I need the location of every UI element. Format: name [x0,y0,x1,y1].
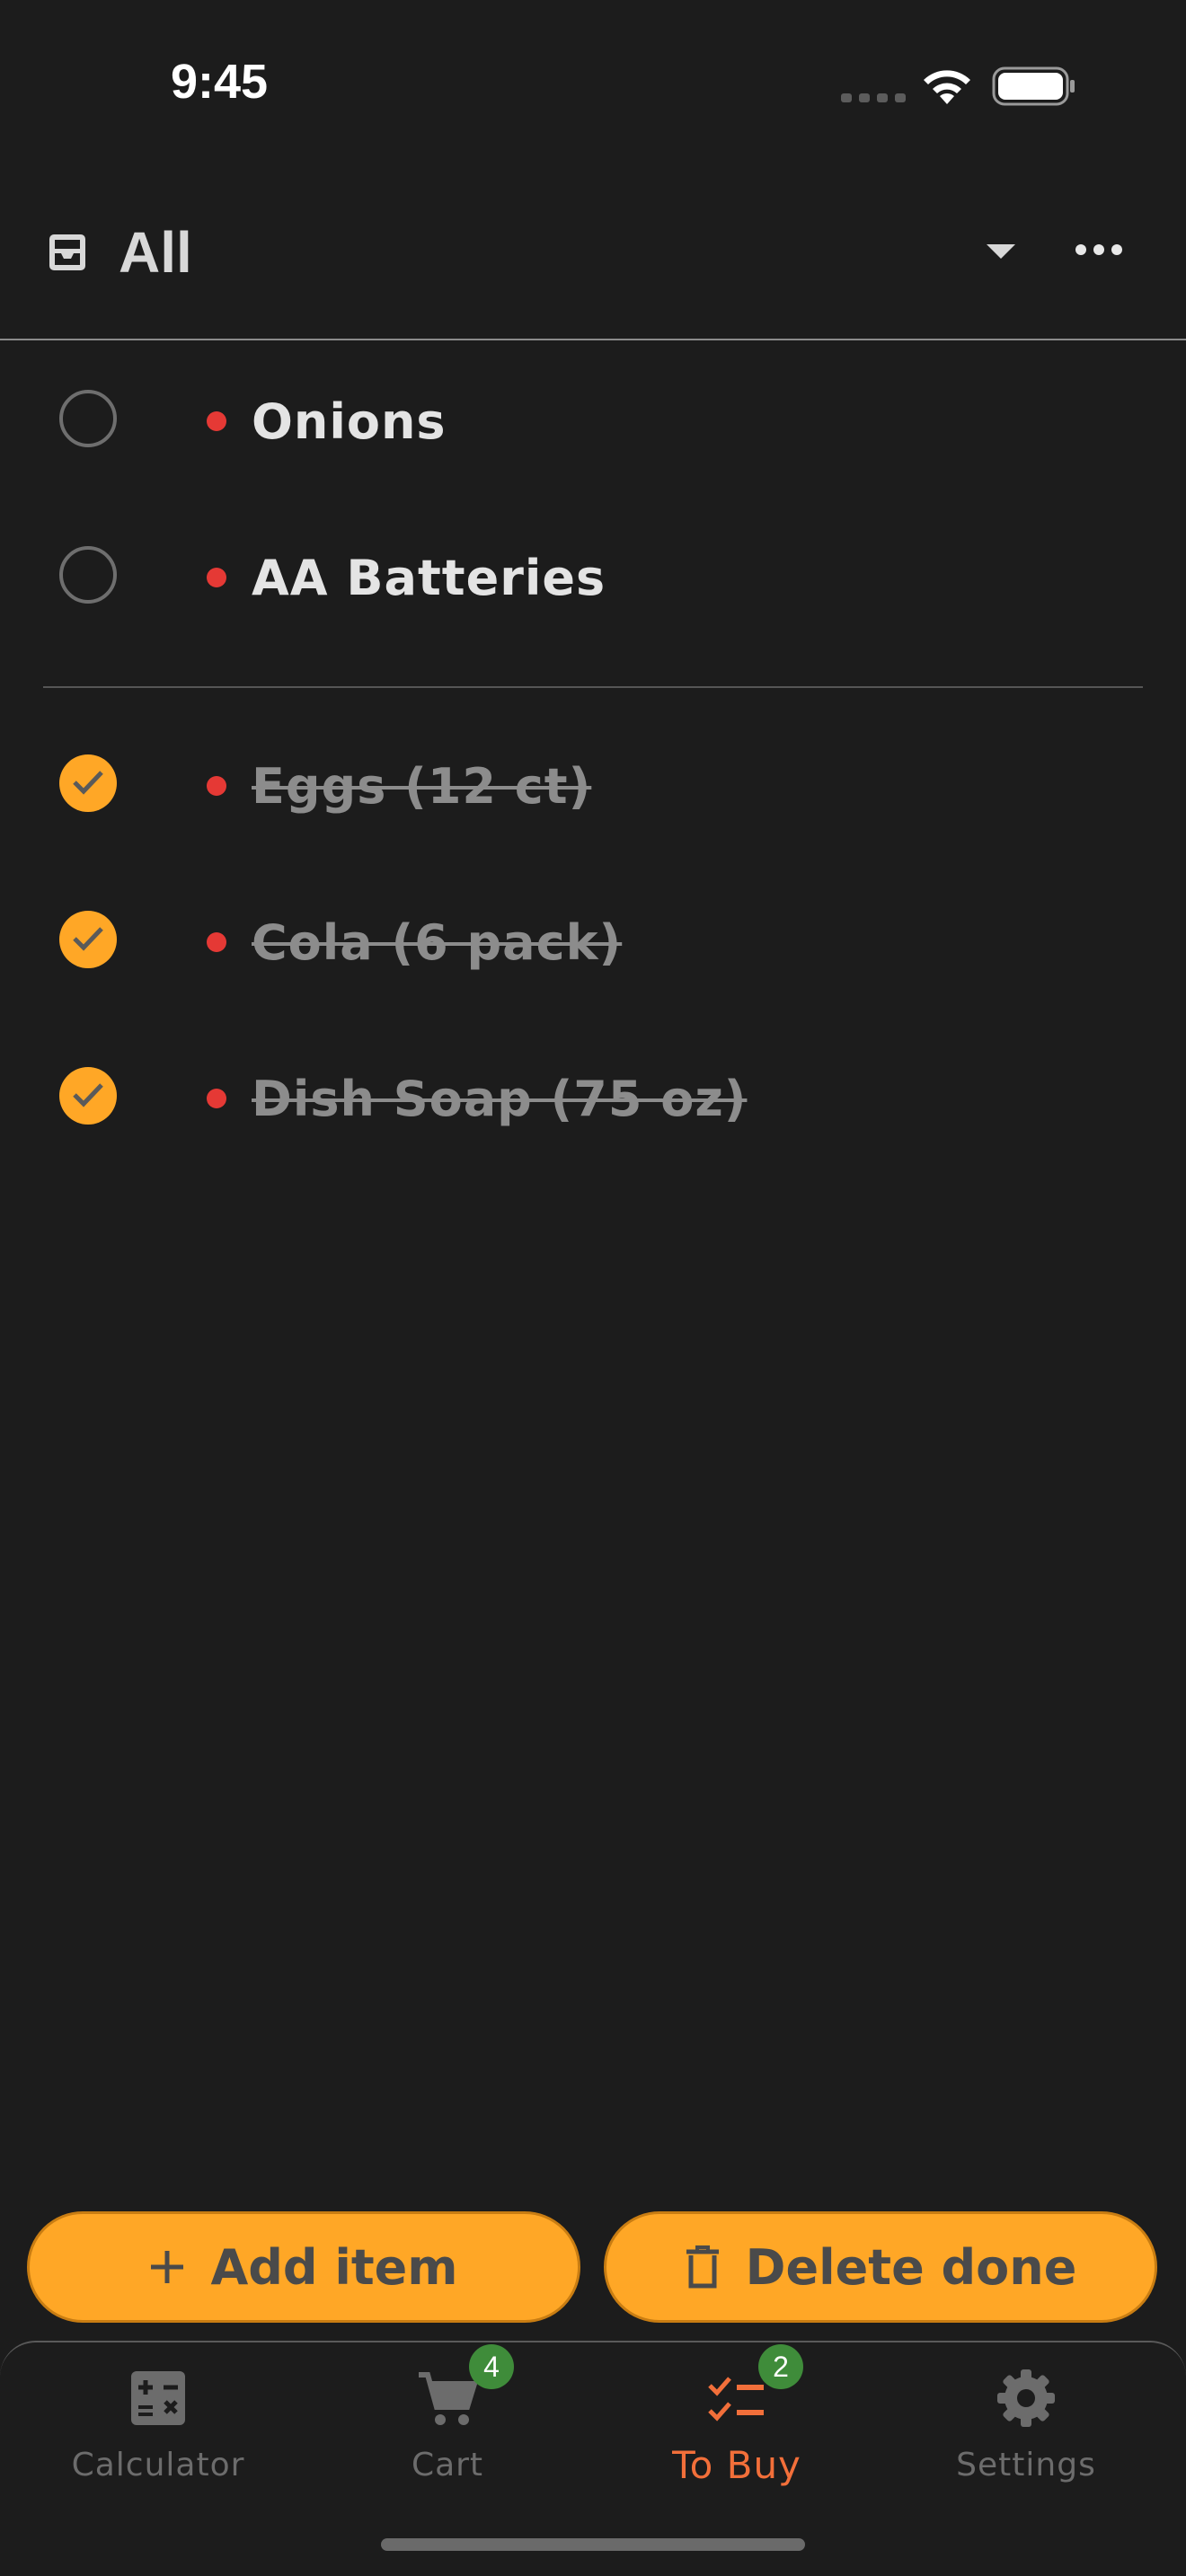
priority-dot [207,1089,226,1108]
list-selector-title[interactable]: All [119,219,192,286]
home-indicator [381,2538,805,2551]
checkmark-icon [73,771,103,795]
list-header: All [0,180,1186,340]
list-item[interactable]: AA Batteries [0,503,1186,647]
tab-to-buy[interactable]: 2 To Buy [593,2342,881,2522]
item-name: Onions [252,393,447,450]
status-time: 9:45 [171,55,269,109]
tab-settings-label: Settings [956,2447,1096,2483]
item-name: Cola (6 pack) [252,914,623,971]
list-item-done[interactable]: Cola (6 pack) [0,868,1186,1011]
tab-calculator[interactable]: Calculator [14,2342,302,2522]
priority-dot [207,411,226,431]
item-name: Dish Soap (75 oz) [252,1071,748,1127]
add-item-label: Add item [210,2238,458,2296]
header-divider [0,339,1186,340]
tab-cart[interactable]: 4 Cart [304,2342,591,2522]
delete-done-button[interactable]: Delete done [604,2211,1157,2323]
tab-calculator-label: Calculator [71,2447,245,2483]
gear-icon [997,2369,1055,2427]
list-item-done[interactable]: Dish Soap (75 oz) [0,1024,1186,1168]
inbox-tray-icon[interactable] [47,232,88,273]
item-checkbox-checked[interactable] [59,911,117,968]
plus-icon [151,2251,184,2283]
add-item-button[interactable]: Add item [27,2211,580,2323]
priority-dot [207,776,226,796]
tab-cart-label: Cart [411,2447,484,2483]
priority-dot [207,932,226,952]
to-buy-badge: 2 [758,2344,803,2389]
checkmark-icon [73,1083,103,1107]
done-section-divider [43,686,1143,688]
checkmark-icon [73,927,103,951]
screen: 9:45 All Onions AA Batteries Eggs (12 ct… [0,0,1186,2576]
list-item[interactable]: Onions [0,347,1186,490]
item-checkbox-checked[interactable] [59,754,117,812]
calculator-icon [131,2371,185,2425]
tab-settings[interactable]: Settings [882,2342,1170,2522]
item-checkbox-checked[interactable] [59,1067,117,1125]
tab-to-buy-label: To Buy [672,2443,801,2487]
trash-icon [686,2245,719,2289]
cellular-signal-icon [841,93,906,102]
wifi-icon [924,70,970,104]
battery-icon [992,66,1075,106]
caret-down-icon[interactable] [985,243,1017,260]
list-item-done[interactable]: Eggs (12 ct) [0,711,1186,855]
cart-badge: 4 [469,2344,514,2389]
item-checkbox[interactable] [59,390,117,447]
item-checkbox[interactable] [59,546,117,604]
priority-dot [207,568,226,587]
delete-done-label: Delete done [745,2238,1077,2296]
item-name: Eggs (12 ct) [252,758,592,815]
item-name: AA Batteries [252,550,606,606]
more-horizontal-icon[interactable] [1075,243,1123,257]
